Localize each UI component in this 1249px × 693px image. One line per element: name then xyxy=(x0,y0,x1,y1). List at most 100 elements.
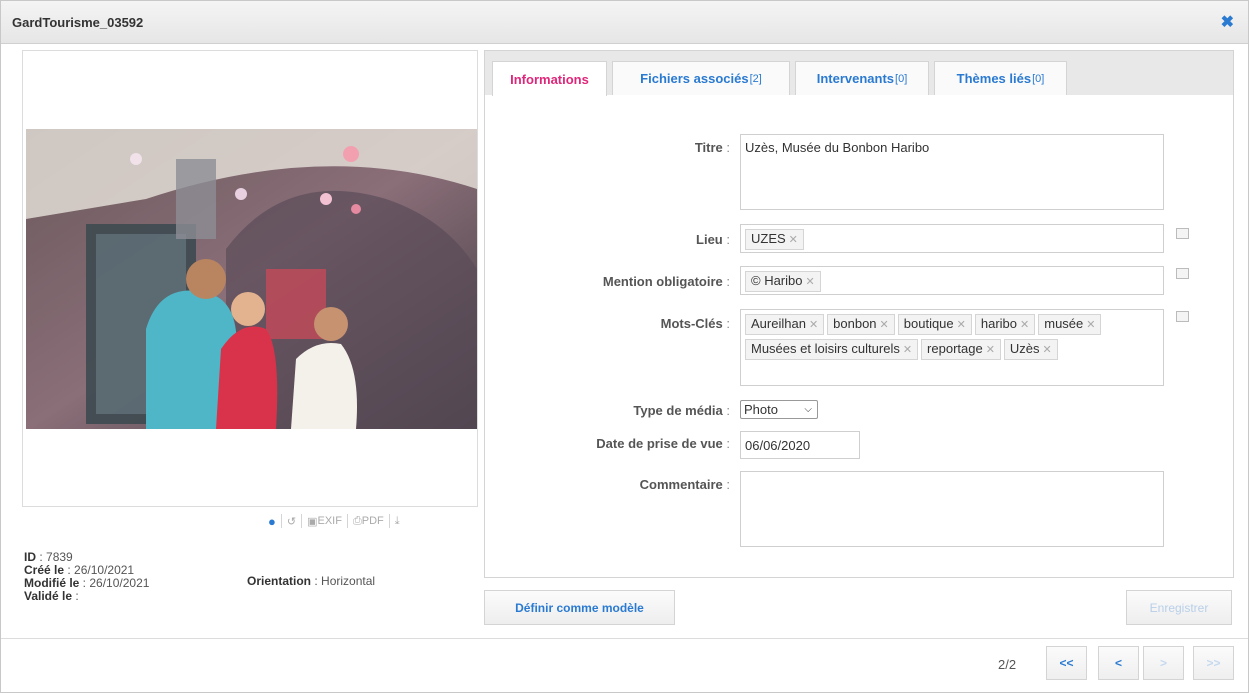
commentaire-textarea[interactable] xyxy=(740,471,1164,547)
label-text: Commentaire xyxy=(639,477,723,492)
label-text: Titre xyxy=(694,140,723,155)
tab-informations[interactable]: Informations xyxy=(492,61,607,96)
tag-chip: Musées et loisirs culturels ✕ xyxy=(745,339,919,360)
date-label: Date de prise de vue : xyxy=(596,436,730,451)
next-page-button[interactable]: > xyxy=(1143,646,1184,680)
tag-chip: bonbon ✕ xyxy=(827,314,895,335)
checkbox-lieu[interactable] xyxy=(1176,228,1189,239)
orientation-info: Orientation : Horizontal xyxy=(247,574,376,588)
media-dialog: GardTourisme_03592 ✖ ● ↺ ▣ EXIF ⎙ PDF ⤓ … xyxy=(0,0,1249,693)
date-value: 06/06/2020 xyxy=(745,438,811,453)
remove-tag-icon[interactable]: ✕ xyxy=(880,319,889,331)
download-icon[interactable]: ⤓ xyxy=(390,514,405,528)
tab-count: [2] xyxy=(749,72,762,85)
pdf-label: PDF xyxy=(361,515,384,527)
first-page-button[interactable]: << xyxy=(1046,646,1087,680)
tag-label: musée xyxy=(1044,316,1084,331)
button-label: Enregistrer xyxy=(1149,600,1209,615)
tag-chip: reportage ✕ xyxy=(921,339,1001,360)
date-input[interactable]: 06/06/2020 xyxy=(740,431,860,459)
remove-tag-icon[interactable]: ✕ xyxy=(789,234,798,246)
type-media-label: Type de média : xyxy=(633,403,730,418)
mention-label: Mention obligatoire : xyxy=(602,274,730,289)
label-text: Date de prise de vue xyxy=(596,436,723,451)
tag-chip: © Haribo ✕ xyxy=(745,271,821,292)
tag-label: © Haribo xyxy=(751,273,803,288)
tab-label: Intervenants xyxy=(816,71,895,86)
remove-tag-icon[interactable]: ✕ xyxy=(806,276,815,288)
label-text: Mots-Clés xyxy=(660,316,723,331)
chevron-down-icon: ⌵ xyxy=(804,404,812,415)
footer-divider xyxy=(1,638,1248,639)
pdf-button[interactable]: ⎙ PDF xyxy=(348,514,390,528)
lieu-tag-input[interactable]: UZES ✕ xyxy=(740,224,1164,253)
tag-label: UZES xyxy=(751,231,786,246)
tag-chip: boutique ✕ xyxy=(897,314,972,335)
tag-chip: haribo ✕ xyxy=(974,314,1036,335)
commentaire-label: Commentaire : xyxy=(639,477,730,492)
media-metadata: ID : 7839 Créé le : 26/10/2021 Modifié l… xyxy=(24,550,150,603)
mots-cles-tag-input[interactable]: Aureilhan ✕ bonbon ✕ boutique ✕ haribo ✕ musée ✕M… xyxy=(740,309,1164,386)
tag-chip: UZES ✕ xyxy=(745,229,804,250)
camera-icon: ▣ xyxy=(307,515,318,528)
checkbox-mention[interactable] xyxy=(1176,268,1189,279)
exif-button[interactable]: ▣ EXIF xyxy=(302,514,348,528)
type-media-select[interactable]: Photo ⌵ xyxy=(740,400,818,419)
modified-label: Modifié le xyxy=(24,576,80,590)
mots-cles-label: Mots-Clés : xyxy=(660,316,730,331)
page-indicator: 2/2 xyxy=(998,657,1017,672)
close-icon[interactable]: ✖ xyxy=(1221,12,1234,32)
tab-count: [0] xyxy=(1032,72,1045,85)
preview-toolbar: ● ↺ ▣ EXIF ⎙ PDF ⤓ xyxy=(263,510,405,532)
checkbox-mots-cles[interactable] xyxy=(1176,311,1189,322)
tag-label: reportage xyxy=(927,341,983,356)
id-label: ID xyxy=(24,550,36,564)
remove-tag-icon[interactable]: ✕ xyxy=(986,344,995,356)
tab-intervenants[interactable]: Intervenants [0] xyxy=(795,61,929,95)
modified-value: 26/10/2021 xyxy=(89,576,150,590)
created-label: Créé le xyxy=(24,563,65,577)
lieu-label: Lieu : xyxy=(696,232,730,247)
tab-fichiers-associes[interactable]: Fichiers associés [2] xyxy=(612,61,790,95)
remove-tag-icon[interactable]: ✕ xyxy=(1043,344,1052,356)
dialog-title: GardTourisme_03592 xyxy=(12,15,144,30)
remove-tag-icon[interactable]: ✕ xyxy=(1020,319,1029,331)
titre-input[interactable]: Uzès, Musée du Bonbon Haribo xyxy=(740,134,1164,210)
tag-chip: musée ✕ xyxy=(1038,314,1102,335)
prev-page-button[interactable]: < xyxy=(1098,646,1139,680)
history-icon[interactable]: ↺ xyxy=(282,514,303,528)
id-value: 7839 xyxy=(46,550,73,564)
tab-bar: Informations Fichiers associés [2] Interv… xyxy=(485,51,1233,96)
tab-themes-lies[interactable]: Thèmes liés [0] xyxy=(934,61,1067,95)
tag-label: Musées et loisirs culturels xyxy=(751,341,900,356)
label-text: Lieu xyxy=(696,232,723,247)
printer-icon: ⎙ xyxy=(352,514,362,527)
tag-label: Uzès xyxy=(1009,341,1040,356)
save-button[interactable]: Enregistrer xyxy=(1126,590,1232,625)
remove-tag-icon[interactable]: ✕ xyxy=(1086,319,1095,331)
button-label: < xyxy=(1114,656,1122,670)
tag-label: bonbon xyxy=(833,316,877,331)
button-label: Définir comme modèle xyxy=(515,600,644,615)
button-label: > xyxy=(1159,656,1167,670)
orientation-label: Orientation xyxy=(247,574,312,588)
title-bar: GardTourisme_03592 ✖ xyxy=(1,1,1248,44)
preview-panel xyxy=(22,50,478,507)
orientation-value: Horizontal xyxy=(321,574,376,588)
exif-label: EXIF xyxy=(317,515,342,527)
last-page-button[interactable]: >> xyxy=(1193,646,1234,680)
label-text: Type de média xyxy=(633,403,723,418)
tag-label: boutique xyxy=(903,316,954,331)
tab-count: [0] xyxy=(895,72,908,85)
label-text: Mention obligatoire xyxy=(602,274,723,289)
remove-tag-icon[interactable]: ✕ xyxy=(809,319,818,331)
remove-tag-icon[interactable]: ✕ xyxy=(903,344,912,356)
define-template-button[interactable]: Définir comme modèle xyxy=(484,590,675,625)
tag-chip: Uzès ✕ xyxy=(1003,339,1058,360)
photo-preview[interactable] xyxy=(26,129,477,429)
map-pin-icon[interactable]: ● xyxy=(263,514,282,529)
remove-tag-icon[interactable]: ✕ xyxy=(957,319,966,331)
mention-tag-input[interactable]: © Haribo ✕ xyxy=(740,266,1164,295)
button-label: >> xyxy=(1206,656,1221,670)
tag-label: haribo xyxy=(980,316,1018,331)
